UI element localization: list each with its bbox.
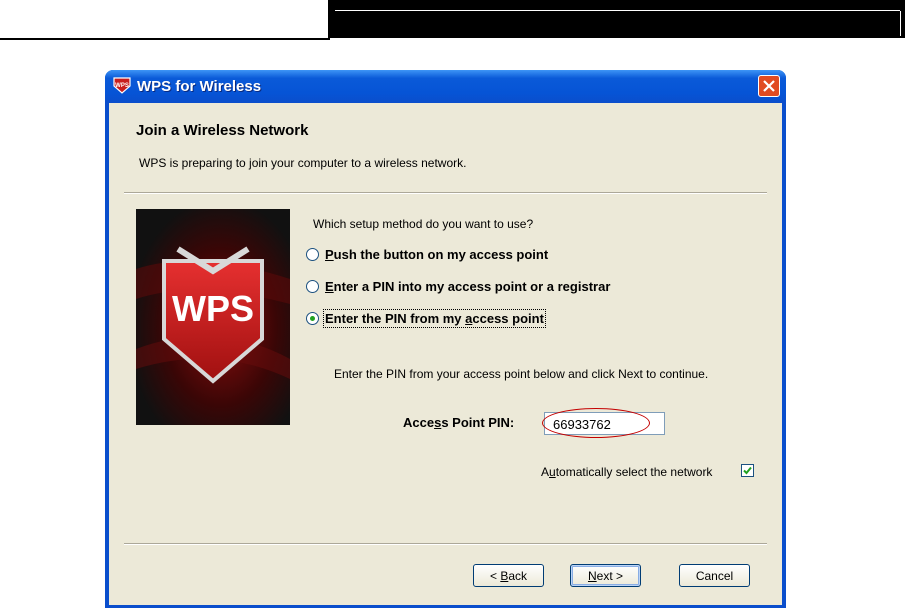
dialog-client-area: Join a Wireless Network WPS is preparing… (109, 103, 782, 605)
wps-logo-panel: WPS (136, 209, 290, 425)
access-point-pin-label: Access Point PIN: (403, 415, 515, 430)
radio-enter-pin-registrar-label: Enter a PIN into my access point or a re… (325, 279, 611, 294)
radio-enter-pin-registrar[interactable]: Enter a PIN into my access point or a re… (306, 279, 610, 294)
cancel-button[interactable]: Cancel (679, 564, 750, 587)
header-bar (328, 0, 905, 38)
divider-bottom (124, 543, 767, 545)
access-point-pin-input[interactable] (544, 412, 665, 435)
pin-instruction: Enter the PIN from your access point bel… (334, 367, 709, 381)
auto-select-label: Automatically select the network (541, 465, 713, 479)
setup-question: Which setup method do you want to use? (313, 217, 534, 231)
radio-circle[interactable] (306, 248, 319, 261)
back-button[interactable]: < Back (473, 564, 544, 587)
close-button[interactable] (758, 75, 780, 97)
radio-enter-pin-from-ap-label: Enter the PIN from my access point (323, 309, 546, 328)
radio-circle[interactable] (306, 280, 319, 293)
title-bar[interactable]: WPS WPS for Wireless (105, 70, 786, 103)
header-rule (0, 38, 330, 40)
page-description: WPS is preparing to join your computer t… (139, 156, 467, 170)
page-heading: Join a Wireless Network (136, 122, 309, 139)
header-bar-tick (900, 11, 901, 36)
radio-push-button-label: Push the button on my access point (325, 247, 549, 262)
divider-top (124, 192, 767, 194)
wps-dialog-window: WPS WPS for Wireless Join a Wireless Net… (105, 70, 786, 608)
wps-logo-text: WPS (172, 288, 254, 329)
radio-enter-pin-from-ap[interactable]: Enter the PIN from my access point (306, 309, 546, 328)
wps-shield-icon: WPS (113, 77, 131, 94)
close-icon (763, 80, 775, 92)
checkmark-icon (743, 466, 752, 475)
svg-text:WPS: WPS (115, 83, 129, 89)
radio-circle-selected[interactable] (306, 312, 319, 325)
radio-push-button[interactable]: Push the button on my access point (306, 247, 548, 262)
wps-logo-image: WPS (136, 209, 290, 425)
next-button[interactable]: Next > (570, 564, 641, 587)
window-title: WPS for Wireless (137, 78, 262, 95)
header-bar-rule (335, 10, 900, 11)
auto-select-checkbox[interactable] (741, 464, 754, 477)
